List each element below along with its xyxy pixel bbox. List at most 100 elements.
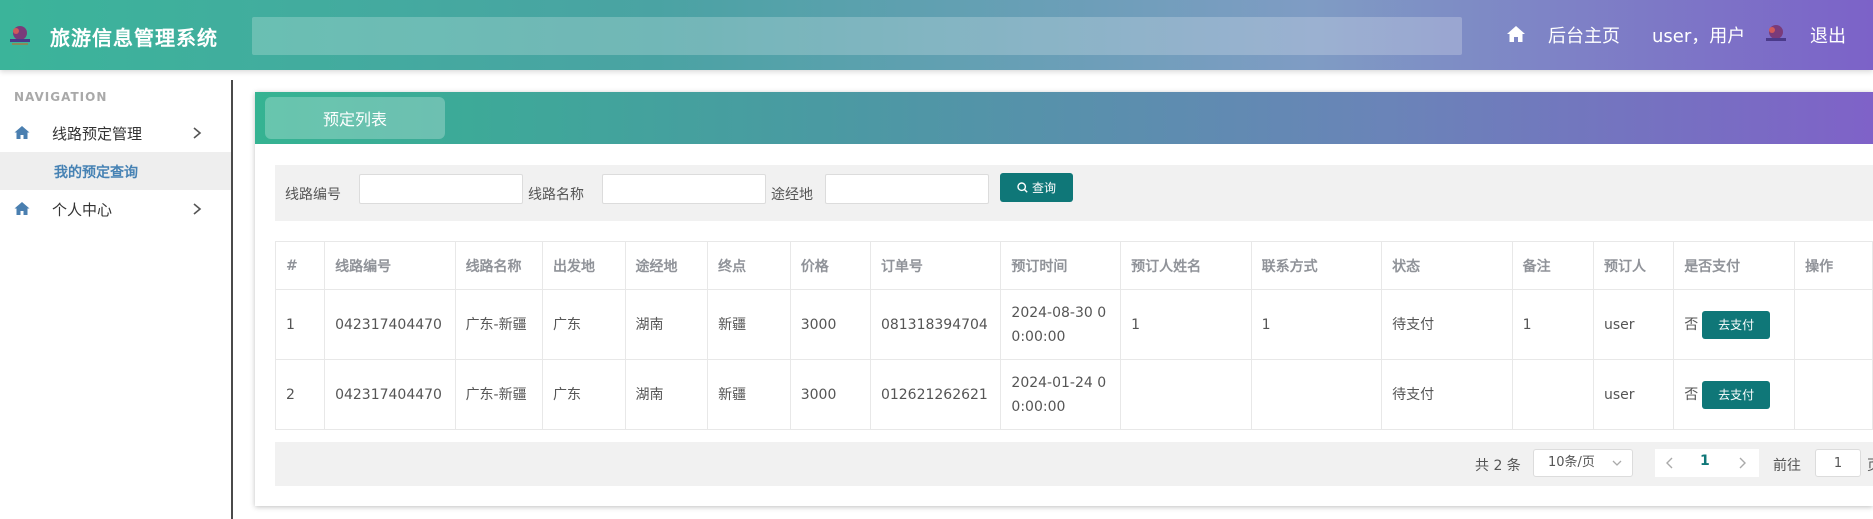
cell-destination: 新疆 <box>707 359 791 430</box>
sidebar-subitem-label: 我的预定查询 <box>54 165 138 181</box>
column-header: 是否支付 <box>1673 241 1796 290</box>
cell-origin: 广东 <box>541 289 626 360</box>
cell-actions <box>1794 359 1873 430</box>
tab-booking-list[interactable]: 预定列表 <box>265 97 445 139</box>
home-link[interactable]: 后台主页 <box>1548 22 1620 48</box>
chevron-left-icon[interactable] <box>1665 457 1675 469</box>
column-header: # <box>274 241 326 290</box>
column-header: 订单号 <box>869 241 1002 290</box>
column-header: 预订时间 <box>1000 241 1122 290</box>
cell-order-no: 081318394704 <box>869 289 1002 360</box>
cell-index: 2 <box>274 359 326 430</box>
user-label: user，用户 <box>1652 26 1746 47</box>
paid-value: 否 <box>1684 316 1699 333</box>
column-header: 预订人姓名 <box>1120 241 1252 290</box>
cell-order-no: 012621262621 <box>869 359 1002 430</box>
goto-prefix: 前往 <box>1773 458 1801 474</box>
sidebar: NAVIGATION 线路预定管理 我的预定查询 个人中心 <box>0 80 233 519</box>
top-header: 旅游信息管理系统 后台主页 user，用户 退出 <box>0 0 1873 70</box>
cell-paid: 否去支付 <box>1673 359 1796 430</box>
cell-route-no: 042317404470 <box>324 289 456 360</box>
logo-icon <box>10 26 30 45</box>
column-header: 预订人 <box>1592 241 1675 290</box>
goto-suffix: 页 <box>1867 455 1873 475</box>
column-header: 出发地 <box>541 241 626 290</box>
cell-via: 湖南 <box>624 359 709 430</box>
total-count: 共 2 条 <box>1475 458 1521 474</box>
cell-route-no: 042317404470 <box>324 359 456 430</box>
cell-price: 3000 <box>789 359 871 430</box>
home-icon <box>14 126 30 139</box>
cell-actions <box>1794 289 1873 360</box>
sidebar-subitem-my-bookings[interactable]: 我的预定查询 <box>0 152 231 190</box>
goto-page-input[interactable] <box>1815 449 1861 477</box>
panel-header: 预定列表 <box>255 92 1873 144</box>
cell-booker: user <box>1592 289 1675 360</box>
query-button-label: 查询 <box>1031 181 1056 195</box>
column-header: 价格 <box>789 241 871 290</box>
table-row: 2 042317404470 广东-新疆 广东 湖南 新疆 3000 01262… <box>274 359 1873 430</box>
column-header: 联系方式 <box>1250 241 1383 290</box>
avatar-icon <box>1766 25 1786 41</box>
cell-route-name: 广东-新疆 <box>454 289 543 360</box>
pay-button[interactable]: 去支付 <box>1702 380 1771 409</box>
via-input[interactable] <box>825 174 989 204</box>
filter-bar: 线路编号 线路名称 途经地 查询 <box>275 165 1873 221</box>
route-no-input[interactable] <box>359 174 523 204</box>
main-panel: 预定列表 线路编号 线路名称 途经地 查询 # 线路编号 线路名称 出发地 途经… <box>255 92 1873 506</box>
cell-via: 湖南 <box>624 289 709 360</box>
sidebar-item-route-booking[interactable]: 线路预定管理 <box>0 114 231 152</box>
column-header: 线路编号 <box>324 241 456 290</box>
cell-contact <box>1250 359 1383 430</box>
filter-label-via: 途经地 <box>771 187 813 203</box>
paid-value: 否 <box>1684 386 1699 403</box>
pagination-bar: 共 2 条 10条/页 1 前往 页 <box>275 442 1873 486</box>
chevron-right-icon[interactable] <box>1737 457 1747 469</box>
cell-route-name: 广东-新疆 <box>454 359 543 430</box>
cell-destination: 新疆 <box>707 289 791 360</box>
pager: 1 <box>1655 449 1759 477</box>
table-row: 1 042317404470 广东-新疆 广东 湖南 新疆 3000 08131… <box>274 289 1873 360</box>
cell-booked-at: 2024-01-24 00:00:00 <box>1000 359 1122 430</box>
cell-origin: 广东 <box>541 359 626 430</box>
column-header: 途经地 <box>624 241 709 290</box>
current-page[interactable]: 1 <box>1700 453 1710 469</box>
page-size-select[interactable]: 10条/页 <box>1533 449 1633 477</box>
chevron-down-icon <box>1612 460 1622 466</box>
logout-link[interactable]: 退出 <box>1810 22 1846 48</box>
query-button[interactable]: 查询 <box>1000 173 1073 202</box>
filter-label-route-name: 线路名称 <box>528 187 584 203</box>
route-name-input[interactable] <box>602 174 766 204</box>
cell-booker-name <box>1120 359 1252 430</box>
sidebar-item-label: 线路预定管理 <box>52 124 143 143</box>
cell-remark: 1 <box>1511 289 1594 360</box>
column-header: 状态 <box>1381 241 1513 290</box>
cell-price: 3000 <box>789 289 871 360</box>
nav-heading: NAVIGATION <box>14 90 108 104</box>
home-icon <box>14 202 30 215</box>
cell-booker-name: 1 <box>1120 289 1252 360</box>
column-header: 终点 <box>707 241 791 290</box>
column-header: 线路名称 <box>454 241 543 290</box>
sidebar-item-personal-center[interactable]: 个人中心 <box>0 190 231 228</box>
cell-remark <box>1511 359 1594 430</box>
search-icon <box>1017 182 1028 193</box>
column-header: 备注 <box>1511 241 1594 290</box>
sidebar-item-label: 个人中心 <box>52 200 113 219</box>
header-search-bar[interactable] <box>252 17 1462 55</box>
app-title: 旅游信息管理系统 <box>50 26 218 50</box>
cell-status: 待支付 <box>1381 359 1513 430</box>
filter-label-route-no: 线路编号 <box>285 187 341 203</box>
cell-paid: 否去支付 <box>1673 289 1796 360</box>
cell-status: 待支付 <box>1381 289 1513 360</box>
chevron-right-icon <box>193 127 202 139</box>
home-icon[interactable] <box>1506 25 1526 43</box>
page-size-value: 10条/页 <box>1548 455 1595 470</box>
column-header: 操作 <box>1794 241 1873 290</box>
booking-table: # 线路编号 线路名称 出发地 途经地 终点 价格 订单号 预订时间 预订人姓名… <box>274 241 1873 430</box>
table-header-row: # 线路编号 线路名称 出发地 途经地 终点 价格 订单号 预订时间 预订人姓名… <box>274 241 1873 290</box>
cell-booked-at: 2024-08-30 00:00:00 <box>1000 289 1122 360</box>
chevron-right-icon <box>193 203 202 215</box>
cell-booker: user <box>1592 359 1675 430</box>
pay-button[interactable]: 去支付 <box>1702 310 1771 339</box>
